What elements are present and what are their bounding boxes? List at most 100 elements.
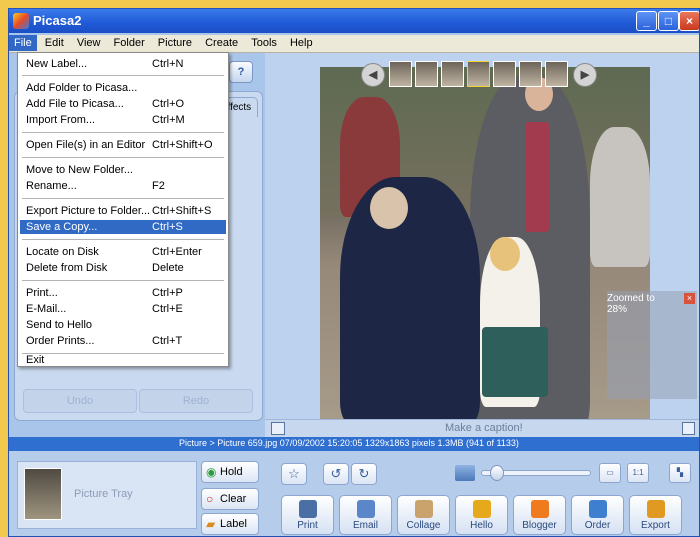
blogger-button[interactable]: Blogger: [513, 495, 566, 535]
menu-item-label: Delete from Disk: [26, 262, 108, 274]
close-button[interactable]: ×: [679, 11, 699, 31]
menu-tools[interactable]: Tools: [246, 35, 282, 51]
previous-arrow-icon[interactable]: ◀: [361, 63, 385, 87]
expand-icon[interactable]: [682, 422, 695, 435]
menu-item-label: Export Picture to Folder...: [26, 205, 151, 217]
email-button[interactable]: Email: [339, 495, 392, 535]
menu-item-add-file[interactable]: Add File to Picasa... Ctrl+O: [20, 97, 226, 111]
next-arrow-icon[interactable]: ▶: [573, 63, 597, 87]
menu-item-export-picture[interactable]: Export Picture to Folder... Ctrl+Shift+S: [20, 204, 226, 218]
clear-label: Clear: [220, 493, 247, 505]
rotate-right-icon: ↻: [358, 466, 370, 481]
main-photo: [320, 67, 650, 427]
filmstrip-thumb[interactable]: [493, 61, 516, 87]
menu-item-email[interactable]: E-Mail... Ctrl+E: [20, 302, 226, 316]
menu-separator: [22, 157, 224, 158]
filmstrip-thumb[interactable]: [519, 61, 542, 87]
hello-button[interactable]: Hello: [455, 495, 508, 535]
filmstrip-thumb[interactable]: [389, 61, 412, 87]
picasa-icon: [13, 13, 29, 29]
menu-item-print[interactable]: Print... Ctrl+P: [20, 286, 226, 300]
email-icon: [356, 500, 375, 518]
collage-label: Collage: [406, 520, 441, 531]
menu-item-send-to-hello[interactable]: Send to Hello: [20, 318, 226, 332]
rotate-right-button[interactable]: ↻: [351, 463, 377, 485]
fit-button[interactable]: ▭: [599, 463, 621, 483]
menu-item-label: Print...: [26, 287, 58, 299]
effects-palette-button[interactable]: ▚: [669, 463, 691, 483]
hold-button[interactable]: ◉ Hold: [201, 461, 259, 483]
menu-item-open-in-editor[interactable]: Open File(s) in an Editor Ctrl+Shift+O: [20, 138, 226, 152]
menu-item-label: Open File(s) in an Editor: [26, 139, 146, 151]
menu-create[interactable]: Create: [200, 35, 243, 51]
menu-item-save-a-copy[interactable]: Save a Copy... Ctrl+S: [20, 220, 226, 234]
menu-view[interactable]: View: [72, 35, 106, 51]
menu-folder[interactable]: Folder: [109, 35, 150, 51]
menu-item-locate-on-disk[interactable]: Locate on Disk Ctrl+Enter: [20, 245, 226, 259]
help-button[interactable]: ?: [229, 61, 253, 83]
menu-item-label: New Label...: [26, 58, 88, 70]
menu-item-new-label[interactable]: New Label... Ctrl+N: [20, 57, 226, 71]
minimize-button[interactable]: _: [636, 11, 657, 31]
title-bar: Picasa2 _ □ ×: [9, 9, 699, 33]
menu-item-label: Import From...: [26, 114, 96, 126]
filmstrip-thumb-selected[interactable]: [467, 61, 490, 87]
caption-toggle-icon[interactable]: [271, 422, 285, 435]
window-title: Picasa2: [33, 13, 82, 28]
status-bar: Picture > Picture 659.jpg 07/09/2002 15:…: [9, 437, 699, 451]
filmstrip-thumb[interactable]: [545, 61, 568, 87]
menu-item-order-prints[interactable]: Order Prints... Ctrl+T: [20, 334, 226, 348]
redo-button[interactable]: Redo: [139, 389, 253, 413]
menu-separator: [22, 132, 224, 133]
rotate-left-button[interactable]: ↺: [323, 463, 349, 485]
clear-button[interactable]: ○ Clear: [201, 488, 259, 510]
app-window: Picasa2 _ □ × File Edit View Folder Pict…: [8, 8, 700, 537]
menu-item-shortcut: Ctrl+Enter: [152, 246, 202, 258]
menu-item-label: Save a Copy...: [26, 221, 98, 233]
menu-item-shortcut: Ctrl+Shift+O: [152, 139, 213, 151]
close-icon[interactable]: ×: [684, 293, 695, 304]
caption-bar: Make a caption!: [265, 419, 699, 437]
status-text: Picture > Picture 659.jpg 07/09/2002 15:…: [179, 438, 519, 448]
order-button[interactable]: Order: [571, 495, 624, 535]
menu-item-import[interactable]: Import From... Ctrl+M: [20, 113, 226, 127]
actual-size-button[interactable]: 1:1: [627, 463, 649, 483]
menu-item-shortcut: Ctrl+O: [152, 98, 185, 110]
bottom-panel: Picture Tray ◉ Hold ○ Clear ▰ Label ☆ ↺ ↻ ▭…: [9, 451, 699, 536]
menu-item-label: Exit: [26, 354, 45, 366]
menu-item-rename[interactable]: Rename... F2: [20, 179, 226, 193]
menu-file[interactable]: File: [9, 35, 37, 51]
filmstrip: ◀ ▶: [361, 59, 625, 89]
menu-help[interactable]: Help: [285, 35, 318, 51]
menu-item-shortcut: Ctrl+T: [152, 335, 183, 347]
zoom-slider-handle[interactable]: [490, 465, 504, 481]
menu-separator: [22, 198, 224, 199]
caption-input[interactable]: Make a caption!: [445, 422, 523, 434]
maximize-button[interactable]: □: [658, 11, 679, 31]
menu-picture[interactable]: Picture: [153, 35, 197, 51]
menu-item-label: Rename...: [26, 180, 77, 192]
filmstrip-thumb[interactable]: [415, 61, 438, 87]
rotate-left-icon: ↺: [330, 466, 342, 481]
menu-separator: [22, 75, 224, 76]
menu-separator: [22, 280, 224, 281]
export-button[interactable]: Export: [629, 495, 682, 535]
menu-item-delete-from-disk[interactable]: Delete from Disk Delete: [20, 261, 226, 275]
star-button[interactable]: ☆: [281, 463, 307, 485]
menu-item-add-folder[interactable]: Add Folder to Picasa...: [20, 81, 226, 95]
tray-thumbnail[interactable]: [24, 468, 62, 520]
zoom-slider[interactable]: [481, 465, 591, 481]
filmstrip-thumb[interactable]: [441, 61, 464, 87]
zoom-preview[interactable]: Zoomed to 28% ×: [607, 291, 697, 399]
menu-item-label: Send to Hello: [26, 319, 93, 331]
menu-item-shortcut: Ctrl+S: [152, 221, 183, 233]
menu-item-exit[interactable]: Exit: [20, 353, 226, 367]
print-button[interactable]: Print: [281, 495, 334, 535]
menu-edit[interactable]: Edit: [40, 35, 69, 51]
collage-button[interactable]: Collage: [397, 495, 450, 535]
label-button[interactable]: ▰ Label: [201, 513, 259, 535]
order-icon: [588, 500, 607, 518]
undo-button[interactable]: Undo: [23, 389, 137, 413]
picture-tray: Picture Tray: [17, 461, 197, 529]
menu-item-move-to-folder[interactable]: Move to New Folder...: [20, 163, 226, 177]
